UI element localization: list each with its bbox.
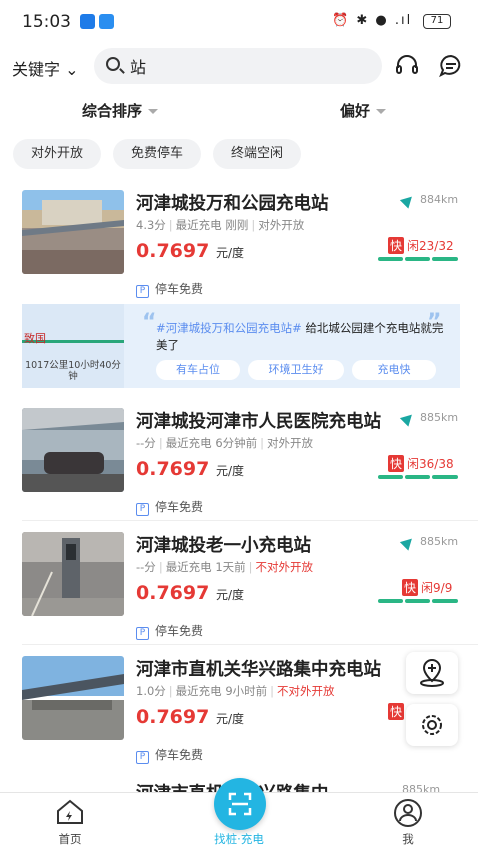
- station-meta: --分 | 最近充电 6分钟前 | 对外开放: [136, 436, 314, 450]
- status-bar: 15:03 ⏰ ✱ ● .ıl 71: [0, 0, 478, 44]
- notification-app-icon: [80, 14, 95, 29]
- scan-button[interactable]: [214, 778, 266, 830]
- preference-dropdown[interactable]: 偏好: [340, 100, 387, 121]
- settings-button[interactable]: [406, 704, 458, 746]
- keyword-filter-dropdown[interactable]: 关键字 ⌄: [12, 56, 79, 80]
- review-tag: 充电快: [352, 360, 436, 380]
- parking-icon: P: [136, 751, 149, 764]
- user-icon: [394, 799, 422, 827]
- sort-bar: 综合排序 偏好: [0, 96, 478, 124]
- station-meta: 4.3分 | 最近充电 刚刚 | 对外开放: [136, 218, 305, 232]
- availability-bars: [378, 257, 458, 261]
- navigate-icon[interactable]: [399, 409, 417, 427]
- station-distance: 884km: [399, 191, 458, 209]
- chip-open-access[interactable]: 对外开放: [13, 139, 101, 169]
- message-icon[interactable]: [438, 53, 464, 79]
- home-icon: [57, 799, 83, 824]
- gear-icon: [422, 715, 442, 735]
- search-input[interactable]: [130, 54, 360, 78]
- station-distance: 885km: [399, 533, 458, 551]
- station-title: 河津城投万和公园充电站: [136, 194, 329, 214]
- parking-info: P 停车免费: [136, 498, 203, 516]
- chip-free-parking[interactable]: 免费停车: [113, 139, 201, 169]
- fast-charger-availability: 快闲23/32: [388, 237, 454, 254]
- tab-home[interactable]: 首页: [20, 793, 120, 851]
- battery-icon: 71: [423, 14, 451, 29]
- scan-icon: [228, 792, 252, 816]
- search-box[interactable]: [94, 48, 382, 84]
- review-tag: 有车占位: [156, 360, 240, 380]
- station-card[interactable]: 河津城投万和公园充电站 884km 4.3分 | 最近充电 刚刚 | 对外开放 0.76…: [0, 190, 478, 310]
- station-card[interactable]: 河津城投河津市人民医院充电站 885km --分 | 最近充电 6分钟前 | 对外开放 …: [0, 408, 478, 528]
- station-price: 0.7697 元/度: [136, 582, 244, 604]
- station-meta: 1.0分 | 最近充电 9小时前 | 不对外开放: [136, 684, 335, 698]
- review-text: #河津城投万和公园充电站# 给北城公园建个充电站就完美了: [156, 321, 444, 352]
- divider: [22, 644, 478, 645]
- station-price: 0.7697 元/度: [136, 458, 244, 480]
- review-banner[interactable]: 致国 1017公里10小时40分钟 “ ” #河津城投万和公园充电站# 给北城公…: [22, 304, 460, 388]
- station-photo: [22, 190, 124, 274]
- system-icons: ⏰ ✱ ● .ıl: [332, 13, 413, 28]
- location-plus-icon: [420, 658, 444, 687]
- sort-dropdown[interactable]: 综合排序: [82, 100, 159, 121]
- map-place-label: 致国: [24, 332, 46, 345]
- parking-info: P 停车免费: [136, 746, 203, 764]
- quote-open-icon: “: [142, 310, 157, 335]
- availability-bars: [378, 599, 458, 603]
- station-photo: [22, 656, 124, 740]
- message-app-icon: [99, 14, 114, 29]
- chip-idle-terminal[interactable]: 终端空闲: [213, 139, 301, 169]
- fast-charger-availability: 快: [388, 703, 405, 720]
- parking-info: P 停车免费: [136, 622, 203, 640]
- customer-service-icon[interactable]: [394, 53, 420, 79]
- station-title: 河津城投老一小充电站: [136, 536, 311, 556]
- chevron-down-icon: ⌄: [65, 60, 79, 79]
- station-price: 0.7697 元/度: [136, 706, 244, 728]
- clock: 15:03: [22, 12, 71, 32]
- search-row: 关键字 ⌄: [0, 46, 478, 88]
- fast-charger-availability: 快闲9/9: [402, 579, 453, 596]
- divider: [22, 520, 478, 521]
- station-card[interactable]: 河津城投老一小充电站 885km --分 | 最近充电 1天前 | 不对外开放 0.76…: [0, 532, 478, 652]
- review-tag: 环境卫生好: [248, 360, 344, 380]
- navigate-icon[interactable]: [399, 533, 417, 551]
- navigate-icon[interactable]: [399, 191, 417, 209]
- parking-icon: P: [136, 285, 149, 298]
- station-photo: [22, 408, 124, 492]
- parking-info: P 停车免费: [136, 280, 203, 298]
- station-photo: [22, 532, 124, 616]
- caret-down-icon: [148, 109, 159, 114]
- trip-summary: 1017公里10小时40分钟: [25, 360, 121, 382]
- parking-icon: P: [136, 627, 149, 640]
- station-title: 河津市直机关华兴路集中充电站: [136, 660, 381, 680]
- station-title: 河津城投河津市人民医院充电站: [136, 412, 381, 432]
- trip-map: 致国 1017公里10小时40分钟: [22, 304, 124, 388]
- station-price: 0.7697 元/度: [136, 240, 244, 262]
- tab-me[interactable]: 我: [358, 793, 458, 851]
- availability-bars: [378, 475, 458, 479]
- fast-charger-availability: 快闲36/38: [388, 455, 454, 472]
- search-icon: [106, 57, 120, 71]
- station-meta: --分 | 最近充电 1天前 | 不对外开放: [136, 560, 314, 574]
- caret-down-icon: [376, 109, 387, 114]
- map-location-button[interactable]: [406, 652, 458, 694]
- station-distance: 885km: [399, 409, 458, 427]
- parking-icon: P: [136, 503, 149, 516]
